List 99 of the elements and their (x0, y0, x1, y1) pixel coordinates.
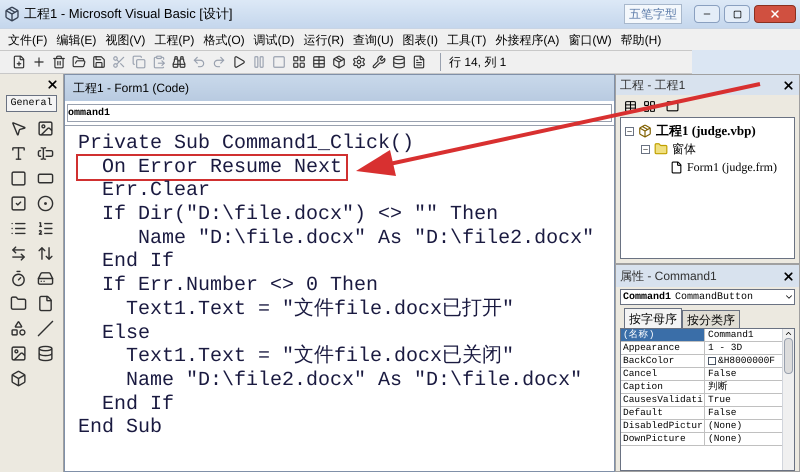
folder-icon (654, 142, 668, 156)
maximize-button[interactable] (724, 5, 750, 23)
tree-item[interactable]: Form1 (judge.frm) (687, 158, 777, 176)
property-value[interactable]: True (708, 394, 731, 406)
code-line: End Sub (78, 416, 162, 440)
property-name[interactable]: BackColor (621, 355, 705, 367)
object-type: CommandButton (675, 290, 754, 304)
file-list-icon[interactable] (36, 295, 54, 312)
add-project-icon[interactable] (12, 55, 26, 69)
code-line: If Err.Number <> 0 Then (101, 274, 378, 298)
maximize-icon (732, 10, 742, 18)
close-icon[interactable] (782, 270, 795, 282)
picture-icon[interactable] (36, 120, 54, 137)
property-name[interactable]: Appearance (621, 342, 705, 354)
drive-list-icon[interactable] (36, 270, 54, 287)
code-line: Name "D:\file2.docx" As "D:\file.docx" (125, 368, 582, 393)
textbox-icon[interactable] (36, 145, 54, 162)
expander-icon[interactable] (641, 144, 650, 154)
property-value[interactable]: (None) (708, 433, 742, 445)
object-dropdown[interactable]: ommand1 (67, 104, 612, 122)
find-icon[interactable] (172, 55, 186, 69)
window-title: 工程1 - Microsoft Visual Basic [设计] (24, 5, 234, 24)
menu-item[interactable]: 工程(P) (154, 30, 194, 48)
checkbox-tool-icon[interactable] (10, 195, 26, 212)
property-name[interactable]: DownPicture (621, 433, 705, 445)
menu-item[interactable]: 查询(U) (353, 30, 394, 48)
property-value[interactable]: False (708, 407, 737, 419)
color-swatch (708, 357, 716, 365)
scroll-thumb[interactable] (784, 338, 793, 374)
toolbox-tab[interactable]: General (6, 95, 56, 112)
menu-item[interactable]: 调试(D) (254, 30, 294, 48)
app-icon (4, 6, 20, 22)
code-window-title: 工程1 - Form1 (Code) (73, 80, 190, 97)
code-line: End If (101, 392, 174, 416)
close-icon[interactable] (782, 78, 795, 92)
add-form-icon[interactable] (32, 55, 46, 69)
code-line: If Dir("D:\file.docx") <> "" Then (101, 203, 498, 227)
scroll-up-icon[interactable] (784, 329, 793, 338)
menu-item[interactable]: 窗口(W) (568, 30, 612, 48)
property-value[interactable]: 1 - 3D (708, 342, 742, 354)
line-icon[interactable] (36, 320, 54, 337)
menu-item[interactable]: 格式(O) (203, 30, 245, 48)
cursor-position: 行 14, 列 1 (440, 53, 506, 71)
property-name[interactable]: CausesValidati (621, 394, 705, 406)
shape-icon[interactable] (10, 320, 26, 337)
menu-item[interactable]: 帮助(H) (620, 30, 662, 48)
menu-item[interactable]: 外接程序(A) (495, 30, 560, 48)
tree-item[interactable]: 工程1 (judge.vbp) (656, 121, 756, 141)
image-icon[interactable] (10, 345, 26, 362)
expander-icon[interactable] (625, 126, 634, 136)
code-line: On Error Resume Next (78, 156, 346, 180)
code-line: Text1.Text = "文件file.docx已打开" (125, 298, 514, 322)
close-button[interactable] (754, 5, 796, 23)
tab[interactable]: 按字母序 (624, 308, 682, 328)
panel-title: 属性 - Command1 (620, 268, 717, 285)
scrollbar[interactable] (782, 329, 794, 470)
close-icon (769, 8, 781, 20)
ime-badge[interactable]: 五笔字型 (624, 4, 682, 24)
property-value[interactable]: 判断 (708, 381, 728, 393)
menu-item[interactable]: 文件(F) (8, 30, 48, 48)
property-value[interactable]: &H8000000F (718, 355, 776, 367)
code-line: Err.Clear (101, 179, 210, 204)
object-name: Command1 (623, 290, 672, 304)
close-icon[interactable] (46, 78, 59, 91)
open-icon[interactable] (72, 55, 86, 69)
object-selector[interactable]: Command1 CommandButton (620, 289, 795, 305)
menu-item[interactable]: 编辑(E) (56, 30, 96, 48)
code-line: End If (101, 250, 174, 274)
pointer-icon[interactable] (10, 120, 26, 137)
code-line: Text1.Text = "文件file.docx已关闭" (125, 345, 514, 369)
option-button-icon[interactable] (36, 195, 54, 212)
menu-item[interactable]: 运行(R) (303, 30, 344, 48)
folder-icon[interactable] (10, 295, 26, 312)
menu-item[interactable]: 工具(T) (447, 30, 486, 48)
menu-item[interactable]: 视图(V) (105, 30, 146, 48)
tab[interactable]: 按分类序 (682, 310, 740, 328)
property-name[interactable]: Default (621, 407, 705, 419)
code-line: Private Sub Command1_Click() (78, 132, 414, 156)
form-icon (670, 160, 683, 174)
tree-item[interactable]: 窗体 (672, 140, 696, 158)
property-value[interactable]: (None) (708, 420, 742, 432)
panel-title: 工程 - 工程1 (620, 77, 686, 94)
property-name[interactable]: DisabledPictur (621, 420, 705, 432)
label-tool-icon[interactable] (10, 145, 26, 162)
menu-item[interactable]: 图表(I) (402, 30, 438, 48)
project-icon (638, 124, 652, 138)
frame-icon[interactable] (10, 170, 26, 187)
property-value[interactable]: Command1 (708, 329, 754, 341)
save-icon[interactable] (92, 55, 106, 69)
property-name[interactable]: Caption (621, 381, 705, 393)
property-value[interactable]: False (708, 368, 737, 380)
timer-icon[interactable] (10, 270, 26, 287)
code-line: Else (101, 322, 150, 346)
property-name[interactable]: (名称) (621, 329, 705, 341)
listbox-icon[interactable] (36, 220, 54, 237)
start-icon[interactable] (232, 55, 246, 69)
code-line: Name "D:\file.docx" As "D:\file2.docx" (137, 226, 594, 250)
property-name[interactable]: Cancel (621, 368, 705, 380)
data-control-icon[interactable] (36, 345, 54, 362)
